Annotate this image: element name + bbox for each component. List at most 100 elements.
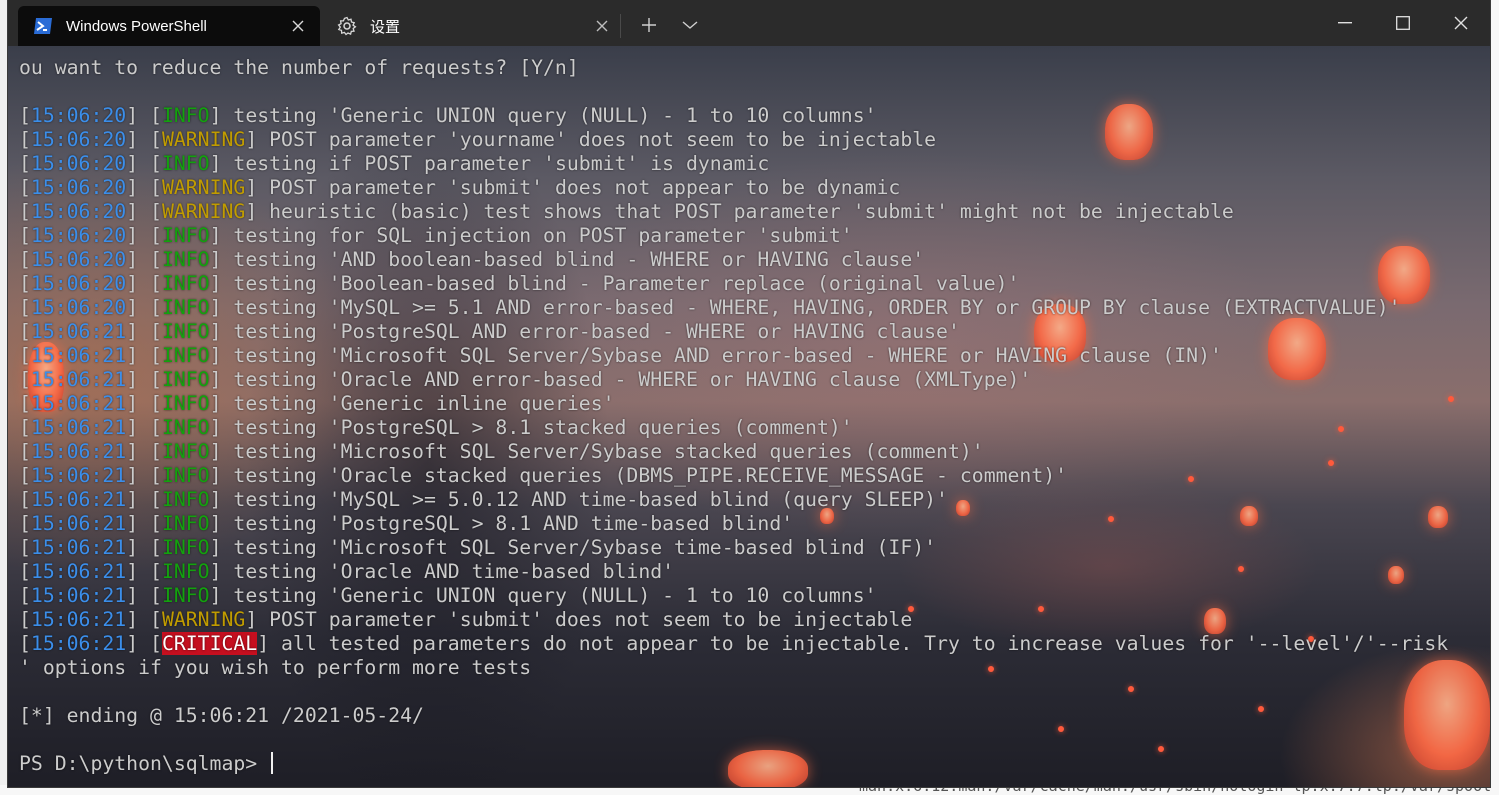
terminal-line: [15:06:20] [INFO] testing 'Boolean-based… [19, 272, 1020, 295]
log-level-info: INFO [161, 368, 210, 391]
terminal-line: [15:06:21] [INFO] testing 'Generic inlin… [19, 392, 615, 415]
terminal-line: [15:06:21] [INFO] testing 'MySQL >= 5.0.… [19, 488, 948, 511]
powershell-icon [32, 15, 54, 37]
background-window-edge [1489, 0, 1499, 795]
log-timestamp: 15:06:20 [30, 224, 127, 247]
log-level-info: INFO [161, 416, 210, 439]
log-message: testing 'Oracle AND time-based blind' [221, 560, 675, 583]
log-message: all tested parameters do not appear to b… [269, 632, 1449, 655]
log-level-info: INFO [161, 584, 210, 607]
maximize-button[interactable] [1374, 0, 1432, 46]
log-level-info: INFO [161, 560, 210, 583]
close-icon [1454, 16, 1468, 30]
log-message: testing 'Microsoft SQL Server/Sybase tim… [221, 536, 937, 559]
log-timestamp: 15:06:21 [30, 560, 127, 583]
log-level-info: INFO [161, 296, 210, 319]
terminal-line: [15:06:20] [INFO] testing 'MySQL >= 5.1 … [19, 296, 1401, 319]
log-message: testing 'MySQL >= 5.0.12 AND time-based … [221, 488, 948, 511]
log-timestamp: 15:06:21 [30, 536, 127, 559]
log-message: testing 'Generic UNION query (NULL) - 1 … [221, 584, 877, 607]
log-level-info: INFO [161, 488, 210, 511]
log-message: POST parameter 'yourname' does not seem … [257, 128, 937, 151]
tab-separator [620, 14, 621, 38]
terminal-line: [15:06:21] [INFO] testing 'Microsoft SQL… [19, 440, 984, 463]
terminal-line: [15:06:20] [WARNING] POST parameter 'you… [19, 128, 937, 151]
terminal-line: [15:06:21] [CRITICAL] all tested paramet… [19, 632, 1449, 655]
close-tab-settings-icon[interactable] [590, 14, 614, 38]
log-timestamp: 15:06:21 [30, 392, 127, 415]
log-timestamp: 15:06:21 [30, 320, 127, 343]
chevron-down-icon [682, 21, 698, 29]
log-level-info: INFO [161, 440, 210, 463]
log-timestamp: 15:06:20 [30, 248, 127, 271]
new-tab-button[interactable] [631, 8, 667, 42]
log-level-info: INFO [161, 248, 210, 271]
log-timestamp: 15:06:20 [30, 176, 127, 199]
minimize-icon [1338, 22, 1352, 24]
log-timestamp: 15:06:21 [30, 344, 127, 367]
terminal-line: [15:06:21] [INFO] testing 'Microsoft SQL… [19, 344, 1222, 367]
log-message: POST parameter 'submit' does not appear … [257, 176, 901, 199]
log-level-warning: WARNING [161, 128, 246, 151]
log-message: testing if POST parameter 'submit' is dy… [221, 152, 770, 175]
terminal-line: ' options if you wish to perform more te… [19, 656, 1490, 680]
close-window-button[interactable] [1432, 0, 1490, 46]
prompt-text: PS D:\python\sqlmap> [19, 752, 270, 775]
log-level-info: INFO [161, 152, 210, 175]
new-tab-dropdown-button[interactable] [672, 8, 708, 42]
terminal-pane[interactable]: ou want to reduce the number of requests… [8, 46, 1490, 787]
log-timestamp: 15:06:20 [30, 152, 127, 175]
terminal-line: [15:06:21] [WARNING] POST parameter 'sub… [19, 608, 913, 631]
gear-icon [336, 15, 358, 37]
log-timestamp: 15:06:21 [30, 464, 127, 487]
log-timestamp: 15:06:21 [30, 368, 127, 391]
log-message: testing 'MySQL >= 5.1 AND error-based - … [221, 296, 1401, 319]
terminal-line: [15:06:21] [INFO] testing 'Microsoft SQL… [19, 536, 937, 559]
log-timestamp: 15:06:20 [30, 296, 127, 319]
log-timestamp: 15:06:21 [30, 440, 127, 463]
title-bar[interactable]: Windows PowerShell 设置 [8, 0, 1490, 46]
minimize-button[interactable] [1316, 0, 1374, 46]
close-tab-icon[interactable] [286, 14, 310, 38]
log-timestamp: 15:06:21 [30, 488, 127, 511]
output-text: ' options if you wish to perform more te… [19, 656, 532, 679]
log-timestamp: 15:06:20 [30, 128, 127, 151]
log-timestamp: 15:06:21 [30, 608, 127, 631]
log-level-info: INFO [161, 344, 210, 367]
log-level-warning: WARNING [161, 176, 246, 199]
log-message: testing 'Generic inline queries' [221, 392, 615, 415]
terminal-line: [15:06:20] [WARNING] POST parameter 'sub… [19, 176, 901, 199]
terminal-line: [15:06:21] [INFO] testing 'PostgreSQL AN… [19, 320, 960, 343]
terminal-line: [15:06:21] [INFO] testing 'Generic UNION… [19, 584, 877, 607]
shell-prompt-line: PS D:\python\sqlmap> [19, 752, 1490, 776]
log-message: testing for SQL injection on POST parame… [221, 224, 853, 247]
log-message: heuristic (basic) test shows that POST p… [257, 200, 1234, 223]
log-level-info: INFO [161, 536, 210, 559]
tab-windows-powershell[interactable]: Windows PowerShell [18, 6, 320, 46]
log-message: testing 'Microsoft SQL Server/Sybase AND… [221, 344, 1222, 367]
log-message: testing 'AND boolean-based blind - WHERE… [221, 248, 925, 271]
log-message: testing 'Oracle stacked queries (DBMS_PI… [221, 464, 1068, 487]
log-message: testing 'PostgreSQL AND error-based - WH… [221, 320, 960, 343]
terminal-line: [15:06:21] [INFO] testing 'PostgreSQL > … [19, 416, 853, 439]
log-timestamp: 15:06:21 [30, 512, 127, 535]
terminal-line: ou want to reduce the number of requests… [19, 56, 1490, 80]
tab-settings[interactable]: 设置 [322, 6, 624, 46]
terminal-line: [15:06:20] [WARNING] heuristic (basic) t… [19, 200, 1234, 223]
log-level-warning: WARNING [161, 200, 246, 223]
output-text: [*] ending @ 15:06:21 /2021-05-24/ [19, 704, 424, 727]
tab-label-settings: 设置 [370, 18, 401, 36]
log-level-info: INFO [161, 320, 210, 343]
log-timestamp: 15:06:20 [30, 200, 127, 223]
log-timestamp: 15:06:21 [30, 632, 127, 655]
log-timestamp: 15:06:21 [30, 584, 127, 607]
terminal-output: ou want to reduce the number of requests… [19, 56, 1490, 787]
log-level-info: INFO [161, 512, 210, 535]
log-level-info: INFO [161, 392, 210, 415]
log-message: testing 'PostgreSQL > 8.1 stacked querie… [221, 416, 853, 439]
log-timestamp: 15:06:21 [30, 416, 127, 439]
terminal-line: [15:06:21] [INFO] testing 'Oracle AND er… [19, 368, 1032, 391]
terminal-line: [15:06:20] [INFO] testing 'AND boolean-b… [19, 248, 925, 271]
